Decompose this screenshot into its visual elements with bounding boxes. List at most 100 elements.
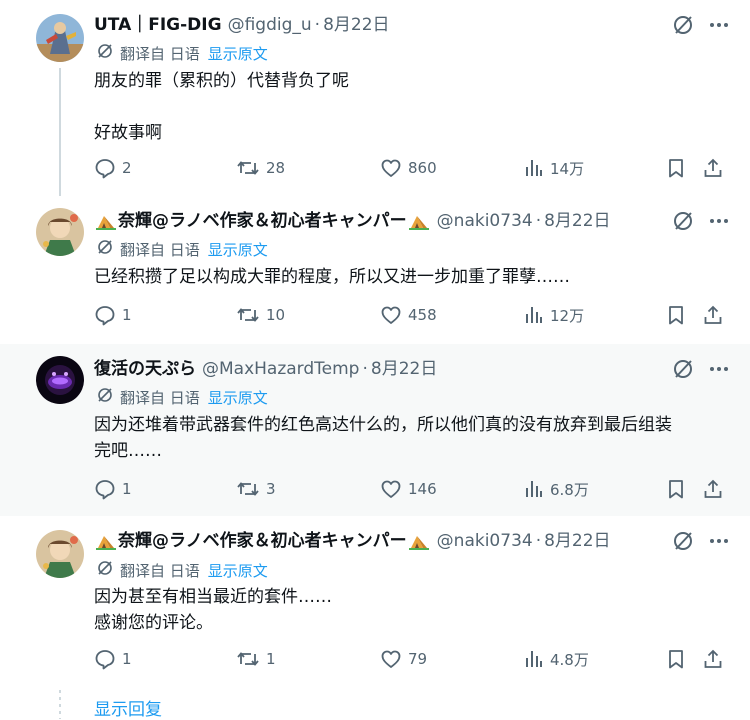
reply-button[interactable]: 1 — [94, 304, 132, 326]
share-button[interactable] — [702, 648, 724, 670]
views-button[interactable]: 14万 — [524, 157, 584, 179]
views-icon — [526, 160, 542, 176]
views-count: 14万 — [550, 159, 585, 178]
grok-icon[interactable] — [672, 210, 694, 236]
more-icon[interactable] — [708, 14, 730, 40]
like-count: 860 — [408, 159, 437, 177]
post[interactable]: UTA｜FIG-DIG @figdig_u · 8月22日 翻译自 日语 显示原… — [0, 0, 750, 196]
post-date[interactable]: 8月22日 — [323, 14, 389, 36]
translate-icon — [96, 386, 114, 408]
post-header: 復活の天ぷら @MaxHazardTemp · 8月22日 — [94, 356, 640, 382]
grok-icon[interactable] — [672, 530, 694, 556]
author-name[interactable]: 奈輝@ラノベ作家＆初心者キャンパー — [118, 210, 407, 232]
post-text-line: 感谢您的评论。 — [94, 613, 213, 633]
post[interactable]: 奈輝@ラノベ作家＆初心者キャンパー @naki0734 · 8月22日 翻译自 … — [0, 516, 750, 690]
like-button[interactable]: 79 — [380, 648, 427, 670]
bookmark-button[interactable] — [666, 157, 686, 179]
share-button[interactable] — [702, 478, 724, 500]
heart-icon — [381, 306, 401, 324]
avatar[interactable] — [36, 14, 84, 62]
views-button[interactable]: 6.8万 — [524, 478, 589, 500]
post-text: 朋友的罪（累积的）代替背负了呢 好故事啊 — [94, 68, 734, 146]
like-button[interactable]: 860 — [380, 157, 437, 179]
bookmark-button[interactable] — [666, 304, 686, 326]
grok-icon[interactable] — [672, 14, 694, 40]
translated-from-label: 翻译自 日语 — [120, 561, 200, 580]
repost-button[interactable]: 1 — [236, 648, 276, 670]
share-button[interactable] — [702, 157, 724, 179]
separator-dot: · — [535, 211, 542, 231]
views-button[interactable]: 4.8万 — [524, 648, 589, 670]
like-button[interactable]: 146 — [380, 478, 437, 500]
thread-line — [59, 68, 61, 196]
share-button[interactable] — [702, 304, 724, 326]
share-icon — [704, 305, 722, 324]
author-handle[interactable]: @naki0734 — [437, 530, 533, 552]
post-top-icons — [672, 210, 730, 236]
author-handle[interactable]: @figdig_u — [228, 14, 312, 36]
reply-count: 2 — [122, 159, 132, 177]
action-bar: 1 3 146 6.8万 — [94, 478, 734, 502]
avatar[interactable] — [36, 356, 84, 404]
show-original-link[interactable]: 显示原文 — [208, 239, 268, 260]
author-name[interactable]: UTA｜FIG-DIG — [94, 14, 222, 36]
more-icon[interactable] — [708, 210, 730, 236]
post-text-line: 好故事啊 — [94, 123, 162, 143]
repost-button[interactable]: 10 — [236, 304, 285, 326]
show-original-link[interactable]: 显示原文 — [208, 43, 268, 64]
heart-icon — [381, 650, 401, 668]
post-top-icons — [672, 358, 730, 384]
post[interactable]: 奈輝@ラノベ作家＆初心者キャンパー @naki0734 · 8月22日 翻译自 … — [0, 196, 750, 344]
repost-icon — [237, 308, 259, 322]
author-handle[interactable]: @MaxHazardTemp — [202, 358, 359, 380]
reply-icon — [95, 480, 115, 500]
show-replies-link[interactable]: 显示回复 — [94, 695, 162, 720]
reply-button[interactable]: 2 — [94, 157, 132, 179]
bookmark-icon — [669, 480, 683, 499]
author-handle[interactable]: @naki0734 — [437, 210, 533, 232]
thread-dots — [59, 690, 61, 719]
avatar[interactable] — [36, 208, 84, 256]
bookmark-button[interactable] — [666, 648, 686, 670]
more-icon[interactable] — [708, 358, 730, 384]
post[interactable]: 復活の天ぷら @MaxHazardTemp · 8月22日 翻译自 日语 显示原… — [0, 344, 750, 516]
post-header: UTA｜FIG-DIG @figdig_u · 8月22日 — [94, 12, 640, 38]
bookmark-button[interactable] — [666, 478, 686, 500]
reply-button[interactable]: 1 — [94, 478, 132, 500]
views-icon — [526, 651, 542, 667]
more-icon[interactable] — [708, 530, 730, 556]
author-name[interactable]: 復活の天ぷら — [94, 358, 196, 380]
translate-icon — [96, 559, 114, 581]
share-icon — [704, 479, 722, 498]
heart-icon — [381, 159, 401, 177]
reply-count: 1 — [122, 306, 132, 324]
reply-button[interactable]: 1 — [94, 648, 132, 670]
post-date[interactable]: 8月22日 — [544, 210, 610, 232]
repost-count: 28 — [266, 159, 286, 177]
share-icon — [704, 649, 722, 668]
camping-emoji-icon — [96, 536, 116, 550]
translation-bar: 翻译自 日语 显示原文 — [96, 386, 268, 408]
views-count: 6.8万 — [550, 480, 589, 499]
repost-icon — [237, 482, 259, 496]
show-original-link[interactable]: 显示原文 — [208, 560, 268, 581]
reply-count: 1 — [122, 650, 132, 668]
separator-dot: · — [535, 531, 542, 551]
action-bar: 2 28 860 14万 — [94, 157, 734, 181]
like-button[interactable]: 458 — [380, 304, 437, 326]
views-button[interactable]: 12万 — [524, 304, 584, 326]
grok-icon[interactable] — [672, 358, 694, 384]
author-name[interactable]: 奈輝@ラノベ作家＆初心者キャンパー — [118, 530, 407, 552]
post-text-line: 已经积攒了足以构成大罪的程度，所以又进一步加重了罪孽…… — [94, 267, 570, 287]
repost-button[interactable]: 3 — [236, 478, 276, 500]
repost-button[interactable]: 28 — [236, 157, 285, 179]
post-text-line — [94, 94, 734, 120]
show-original-link[interactable]: 显示原文 — [208, 387, 268, 408]
post-date[interactable]: 8月22日 — [544, 530, 610, 552]
reply-icon — [95, 306, 115, 326]
avatar[interactable] — [36, 530, 84, 578]
post-date[interactable]: 8月22日 — [371, 358, 437, 380]
action-bar: 1 10 458 12万 — [94, 304, 734, 328]
reply-count: 1 — [122, 480, 132, 498]
repost-icon — [237, 652, 259, 666]
